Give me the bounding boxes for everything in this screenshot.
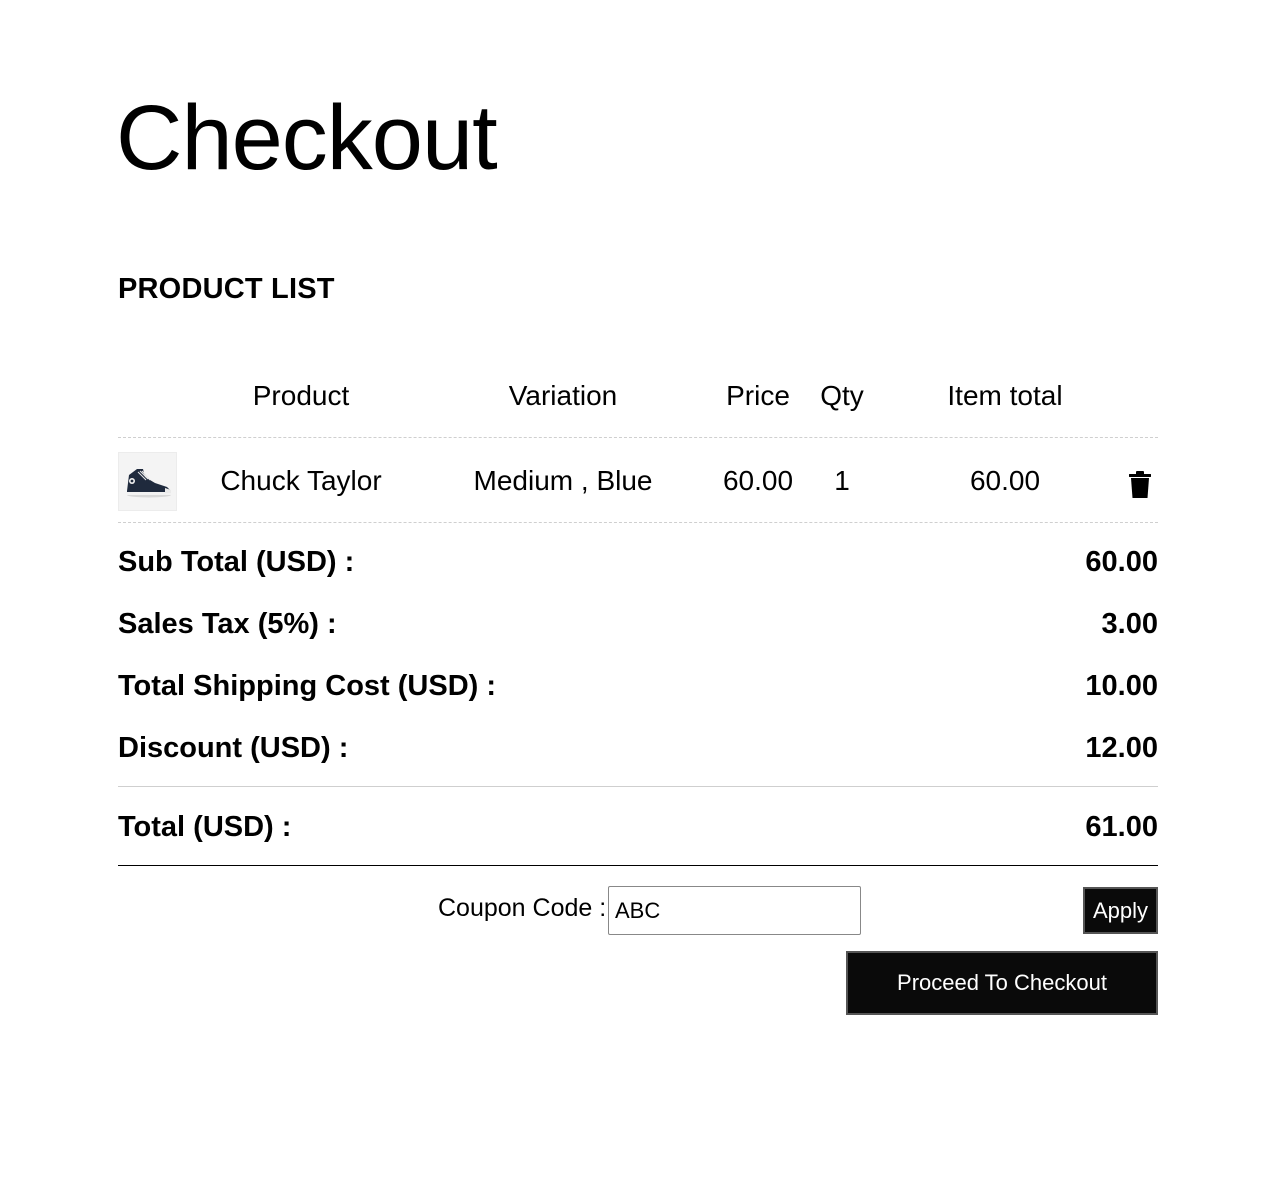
- discount-label: Discount (USD) :: [118, 732, 349, 764]
- sneaker-icon: [127, 469, 171, 498]
- sneaker-thumbnail: [118, 452, 177, 511]
- sales-tax-row: Sales Tax (5%) : 3.00: [118, 586, 1158, 648]
- product-qty: 1: [834, 465, 850, 496]
- product-list-heading: PRODUCT LIST: [118, 273, 335, 305]
- sales-tax-label: Sales Tax (5%) :: [118, 608, 337, 640]
- apply-coupon-button[interactable]: Apply: [1083, 887, 1158, 934]
- proceed-to-checkout-button[interactable]: Proceed To Checkout: [846, 951, 1158, 1015]
- header-qty: Qty: [820, 380, 864, 411]
- sales-tax-value: 3.00: [1101, 608, 1158, 640]
- total-value: 61.00: [1085, 811, 1158, 843]
- coupon-code-label: Coupon Code :: [438, 894, 607, 922]
- header-price: Price: [726, 380, 790, 411]
- product-variation: Medium , Blue: [473, 465, 653, 496]
- sub-total-row: Sub Total (USD) : 60.00: [118, 524, 1158, 586]
- order-summary: Sub Total (USD) : 60.00 Sales Tax (5%) :…: [118, 524, 1158, 866]
- product-name: Chuck Taylor: [220, 465, 382, 496]
- shipping-value: 10.00: [1085, 670, 1158, 702]
- shipping-row: Total Shipping Cost (USD) : 10.00: [118, 648, 1158, 710]
- discount-row: Discount (USD) : 12.00: [118, 710, 1158, 772]
- discount-value: 12.00: [1085, 732, 1158, 764]
- product-table: Product Variation Price Qty Item total C…: [118, 366, 1158, 523]
- product-price: 60.00: [722, 465, 794, 496]
- table-row: Chuck Taylor Medium , Blue 60.00 1 60.00: [118, 438, 1158, 523]
- header-item-total: Item total: [947, 380, 1063, 411]
- total-row: Total (USD) : 61.00: [118, 787, 1158, 866]
- sub-total-label: Sub Total (USD) :: [118, 546, 355, 578]
- trash-icon[interactable]: [1128, 471, 1152, 499]
- page-title: Checkout: [116, 87, 498, 189]
- product-item-total: 60.00: [969, 465, 1041, 496]
- header-product: Product: [252, 380, 350, 411]
- shipping-label: Total Shipping Cost (USD) :: [118, 670, 497, 702]
- total-label: Total (USD) :: [118, 811, 292, 843]
- header-variation: Variation: [508, 380, 618, 411]
- coupon-code-input[interactable]: [608, 886, 861, 935]
- table-header: Product Variation Price Qty Item total: [118, 366, 1158, 438]
- sub-total-value: 60.00: [1085, 546, 1158, 578]
